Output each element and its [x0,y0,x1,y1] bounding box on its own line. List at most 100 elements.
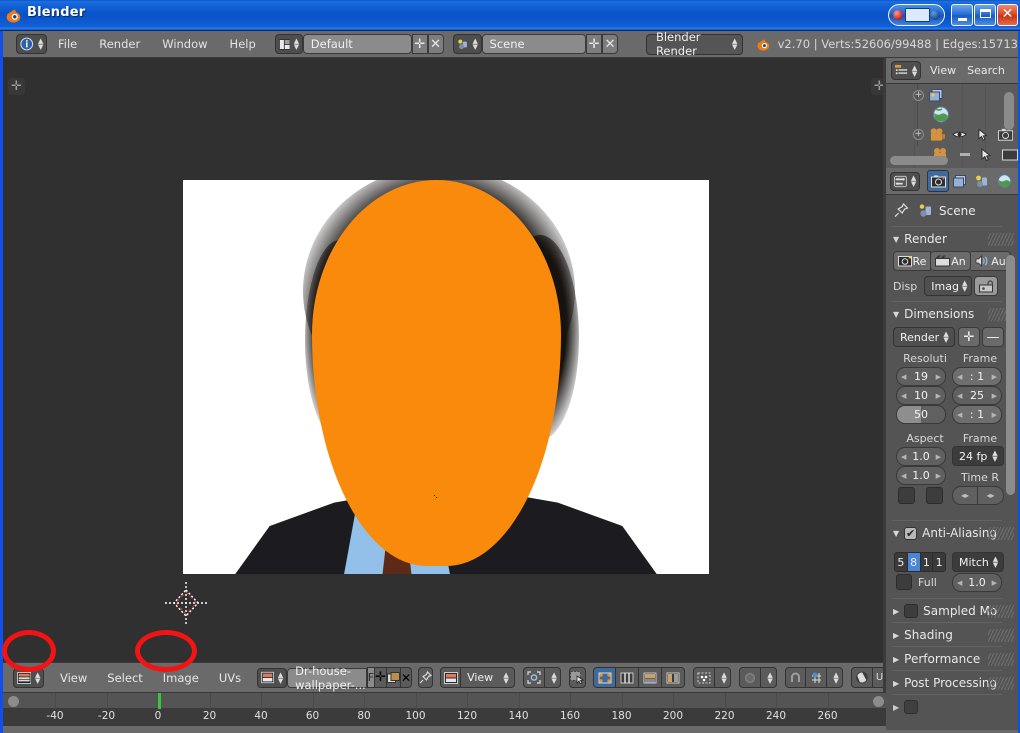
frame-start-field[interactable]: ◀ : 1 ▶ [952,367,1002,386]
increment-arrow-icon[interactable]: ▶ [936,453,941,461]
uv-island-select-button[interactable] [662,667,686,688]
render-engine-selector[interactable]: Blender Render ▲ ▼ [645,30,743,58]
image-view-mode-icon-button[interactable] [440,667,462,688]
decrement-arrow-icon[interactable]: ◀ [901,373,906,381]
tl-menu-playback[interactable]: Playback [215,726,288,733]
texture-paint-button[interactable] [851,667,874,688]
proportional-edit-icon-button[interactable] [739,667,762,688]
snap-magnet-button[interactable] [785,667,807,688]
aa-sample-8[interactable]: 8 [907,553,921,571]
info-editor-type-selector[interactable]: ▲ ▼ [16,34,47,54]
aspect-y-field[interactable]: ◀ 1.0 ▶ [896,466,946,485]
outliner-horizontal-scrollbar[interactable] [890,156,948,165]
remove-preset-button[interactable]: — [982,327,1004,347]
proportional-dropdown[interactable]: ▲ ▼ [761,667,778,688]
image-canvas[interactable] [183,180,709,574]
maximize-button[interactable] [974,4,996,26]
aa-sample-11[interactable]: 1 [920,553,934,571]
scene-datablock-type-selector[interactable]: ▲ ▼ [452,34,482,54]
minimize-button[interactable] [951,4,973,26]
properties-panel-body[interactable]: Scene ▼ Render Re An Au Disp Imag ▲ ▼ ▼ … [886,195,1018,730]
outliner-row[interactable]: + [913,86,944,105]
panel-header-render[interactable]: ▼ Render [893,232,947,246]
crop-toggle[interactable] [926,487,943,504]
render-icon[interactable] [1002,149,1018,161]
properties-vertical-scrollbar[interactable] [1006,255,1015,495]
pin-button[interactable] [418,667,434,688]
uv-face-select-button[interactable] [639,667,663,688]
render-image-button[interactable]: Re [893,251,931,271]
fake-user-button[interactable]: F [366,667,376,688]
decrement-arrow-icon[interactable]: ◀ [901,472,906,480]
scene-name-field[interactable]: Scene [481,34,587,54]
add-screen-layout-button[interactable]: ✛ [411,34,428,54]
timeline-hscroll-right-handle[interactable] [873,696,884,707]
screen-layout-type-selector[interactable]: ▲ ▼ [274,34,303,54]
panel-resize-grip[interactable] [988,653,1014,666]
panel-header-post-processing[interactable]: ▶ Post Processing [893,676,997,690]
pin-icon[interactable] [894,203,909,218]
sticky-dropdown[interactable]: ▲ ▼ [715,667,732,688]
2d-cursor-icon[interactable] [165,582,207,624]
ie-menu-image[interactable]: Image [153,671,209,685]
time-remap-old-field[interactable]: ◂▸ [952,486,978,505]
panel-header-anti-aliasing[interactable]: ▼ ✔ Anti-Aliasing [893,526,997,540]
dot-icon[interactable] [960,153,970,156]
eye-icon[interactable] [952,129,968,140]
uv-edge-select-button[interactable] [616,667,640,688]
properties-tab-object[interactable] [971,170,993,192]
image-datablock-type-selector[interactable]: ▲ ▼ [257,667,288,688]
panel-resize-grip[interactable] [988,629,1014,642]
panel-resize-grip[interactable] [988,605,1014,618]
toolbar-region-tab-left[interactable]: ✛ [8,78,25,95]
increment-arrow-icon[interactable]: ▶ [992,373,997,381]
border-toggle[interactable] [898,487,915,504]
outliner-row[interactable] [932,105,950,124]
toolbar-region-tab-right[interactable]: ✛ [871,78,883,95]
next-panel-toggle[interactable] [904,700,919,714]
uv-sync-selection-button[interactable] [569,667,587,688]
uv-vertex-select-button[interactable] [593,667,617,688]
anti-aliasing-checkbox[interactable]: ✔ [904,526,918,540]
outliner-tree[interactable]: + + [886,84,1018,168]
image-editor-type-selector[interactable]: ▲ ▼ [13,667,44,688]
menu-help[interactable]: Help [219,31,267,58]
menu-file[interactable]: File [47,31,88,58]
panel-header-shading[interactable]: ▶ Shading [893,628,953,642]
add-preset-button[interactable]: ✛ [958,327,980,347]
properties-tab-scene[interactable] [949,170,971,192]
increment-arrow-icon[interactable]: ▶ [992,411,997,419]
panel-resize-grip[interactable] [988,527,1014,540]
outliner-menu-view[interactable]: View [930,64,956,77]
timeline-playhead[interactable] [158,693,161,709]
render-animation-button[interactable]: An [931,251,971,271]
decrement-arrow-icon[interactable]: ◀ [957,392,962,400]
properties-tab-world[interactable] [993,170,1015,192]
sampled-motion-blur-toggle[interactable] [904,604,919,618]
full-sample-toggle[interactable] [896,574,912,590]
close-button[interactable]: ✕ [997,4,1018,26]
decrement-arrow-icon[interactable]: ◀ [957,373,962,381]
frame-step-field[interactable]: ◀ : 1 ▶ [952,405,1002,424]
snap-target-button[interactable] [806,667,828,688]
ie-menu-uvs[interactable]: UVs [209,671,251,685]
rollup-button[interactable] [888,4,945,26]
add-scene-button[interactable]: ✛ [586,34,603,54]
aa-filter-selector[interactable]: Mitch ▲ ▼ [952,552,1004,572]
outliner-row[interactable]: + [913,125,1013,144]
panel-header-dimensions[interactable]: ▼ Dimensions [893,307,974,321]
menu-render[interactable]: Render [88,31,151,58]
properties-tab-render[interactable] [927,170,949,192]
menu-window[interactable]: Window [151,31,218,58]
new-image-button[interactable]: ✛ [375,667,387,688]
tl-menu-marker[interactable]: Marker [95,726,157,733]
outliner-vertical-scrollbar[interactable] [1004,92,1014,130]
unlink-image-button[interactable]: ✕ [401,667,413,688]
open-image-button[interactable] [387,667,401,688]
delete-screen-layout-button[interactable]: ✕ [427,34,444,54]
image-view-mode-selector[interactable]: View ▲ ▼ [461,667,516,688]
frame-end-field[interactable]: ◀ 25 ▶ [952,386,1002,405]
decrement-arrow-icon[interactable]: ◀ [901,392,906,400]
panel-header-next[interactable]: ▶ [893,700,919,714]
screen-layout-field[interactable]: Default [302,34,412,54]
